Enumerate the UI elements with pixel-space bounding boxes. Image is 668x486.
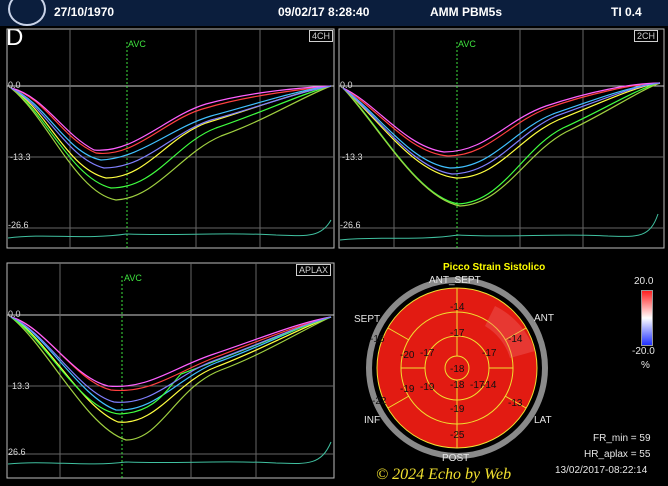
y-label-2ch-1: -13.3 <box>342 152 363 162</box>
segment-value-2: -17 <box>450 328 465 339</box>
y-label-aplax-0: 0.0 <box>8 309 21 319</box>
y-label-4ch-2: -26.6 <box>8 220 29 230</box>
strain-plot-2ch: 2CH AVC 0.0 -13.3 -26.6 <box>338 28 666 250</box>
scale-min-label: -20.0 <box>632 346 655 357</box>
segment-value-4: -17 <box>482 348 497 359</box>
hr-aplax-readout: HR_aplax = 55 <box>584 449 651 460</box>
ti-value: TI 0.4 <box>611 5 642 19</box>
strain-curves-4ch <box>6 28 335 249</box>
patient-dob: 27/10/1970 <box>54 5 115 19</box>
segment-value-16: -17 <box>470 380 485 391</box>
segment-value-11: -25 <box>450 430 465 441</box>
scale-max-label: 20.0 <box>634 276 654 287</box>
strain-curves-aplax <box>6 262 335 479</box>
segment-value-14: -20 <box>400 350 415 361</box>
strain-color-scale <box>641 290 653 346</box>
y-label-4ch-1: -13.3 <box>10 152 31 162</box>
segment-value-3: -17 <box>420 348 435 359</box>
y-label-aplax-1: 13.3 <box>12 381 30 391</box>
avc-marker-2ch: AVC <box>458 39 476 49</box>
segment-value-6: -14 <box>508 334 523 345</box>
segment-value-17: -18 <box>450 380 465 391</box>
bullseye-plot: -14 -17 -17 -17 -18 -14 -14 -19 -19 -22 … <box>366 277 548 459</box>
y-label-aplax-2: 26.6 <box>8 447 26 457</box>
wall-label-lat: LAT <box>534 415 552 426</box>
y-label-2ch-2: -26.6 <box>340 220 361 230</box>
fr-min-readout: FR_min = 59 <box>593 433 651 444</box>
view-tag-2ch: 2CH <box>634 30 659 42</box>
segment-value-10: -22 <box>372 396 387 407</box>
segment-value-5: -18 <box>450 364 465 375</box>
probe-label: AMM PBM5s <box>430 5 503 19</box>
strain-plot-4ch: 4CH AVC 0.0 -13.3 -26.6 <box>6 28 336 250</box>
bullseye-title: Picco Strain Sistolico <box>443 262 546 273</box>
segment-value-9: -19 <box>450 404 465 415</box>
wall-label-sept: SEPT <box>354 314 381 325</box>
y-label-4ch-0: 0.0 <box>8 80 21 90</box>
header-bar: 27/10/1970 09/02/17 8:28:40 AMM PBM5s TI… <box>0 0 668 26</box>
wall-label-ant-sept: ANT_SEPT <box>429 275 481 286</box>
segment-value-13: -16 <box>370 334 385 345</box>
wall-label-inf: INF <box>364 415 381 426</box>
segment-value-12: -13 <box>508 398 523 409</box>
strain-curves-2ch <box>338 28 665 249</box>
ge-logo-icon <box>8 0 46 26</box>
exam-datetime: 09/02/17 8:28:40 <box>278 5 370 19</box>
view-tag-aplax: APLAX <box>296 264 332 276</box>
y-label-2ch-0: 0.0 <box>340 80 353 90</box>
strain-plot-aplax: APLAX AVC 0.0 13.3 26.6 <box>6 262 336 480</box>
analysis-timestamp: 13/02/2017-08:22:14 <box>555 465 648 476</box>
avc-marker-4ch: AVC <box>128 39 146 49</box>
copyright-watermark: © 2024 Echo by Web <box>376 466 512 483</box>
segment-value-8: -19 <box>420 382 435 393</box>
segment-value-1: -14 <box>450 302 465 313</box>
wall-label-ant: ANT <box>534 313 554 324</box>
wall-label-post: POST <box>442 453 470 464</box>
scale-unit-label: % <box>641 360 650 371</box>
avc-marker-aplax: AVC <box>124 273 142 283</box>
segment-value-15: -19 <box>400 384 415 395</box>
view-tag-4ch: 4CH <box>309 30 334 42</box>
